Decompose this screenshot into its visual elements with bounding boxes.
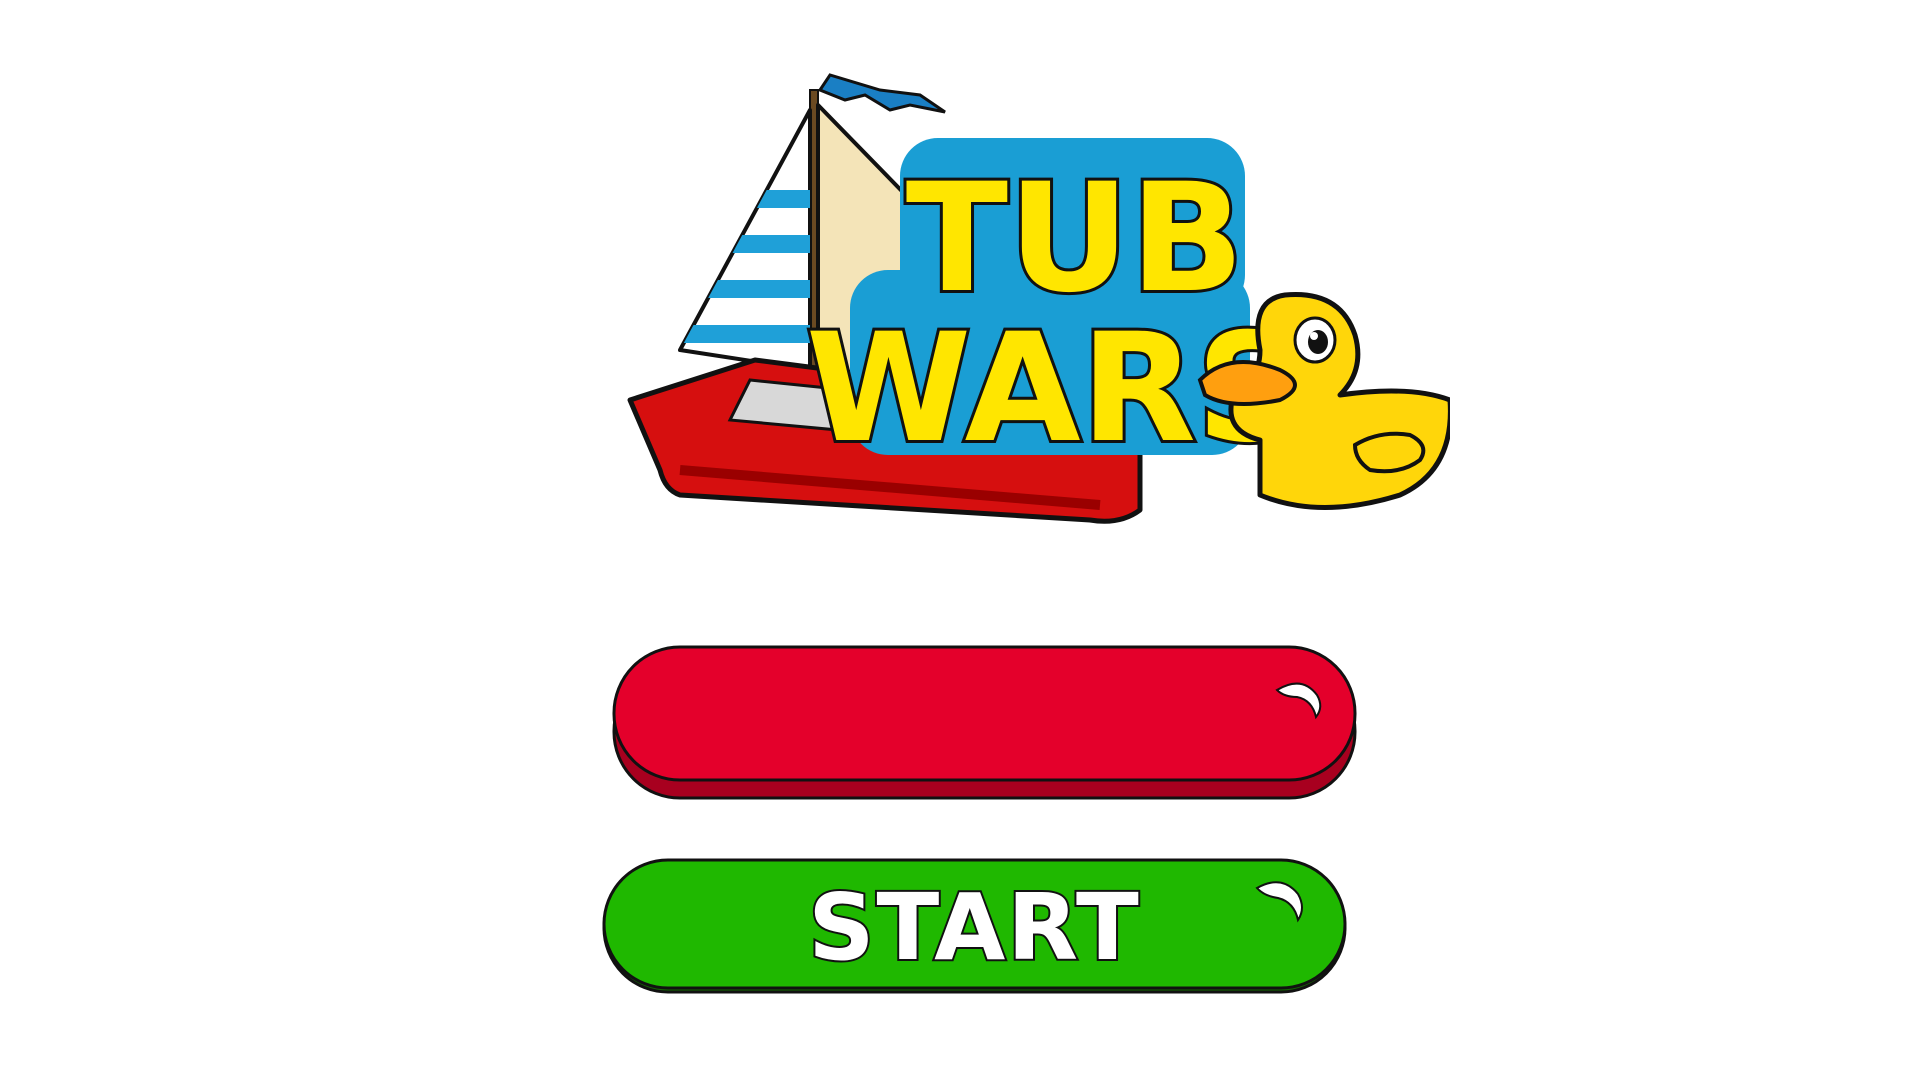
title-screen: TUB WARS START xyxy=(0,0,1920,1080)
game-logo: TUB WARS xyxy=(620,50,1450,540)
top-menu-button[interactable] xyxy=(612,645,1357,800)
start-button[interactable]: START xyxy=(602,858,1347,994)
title-line-1: TUB xyxy=(906,152,1244,326)
